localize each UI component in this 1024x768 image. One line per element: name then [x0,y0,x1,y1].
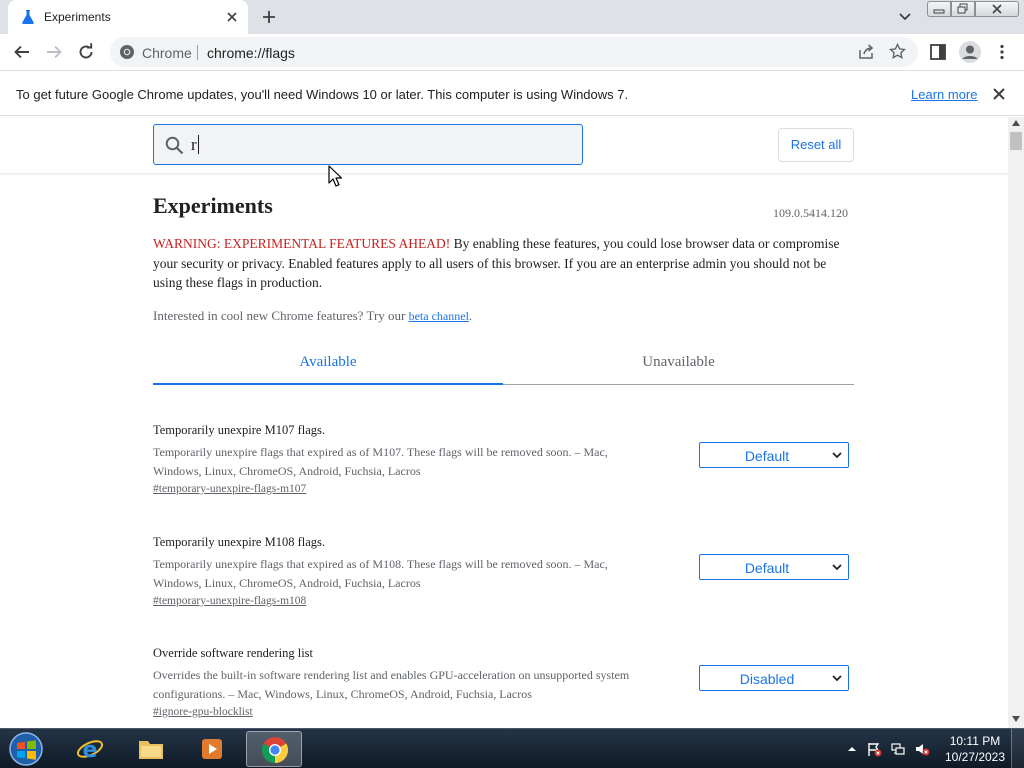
internet-explorer-icon: e [76,738,104,763]
version-label: 109.0.5414.120 [773,206,848,220]
flags-search-input[interactable]: r [153,124,583,165]
window-controls [927,1,1021,17]
scrollbar-thumb[interactable] [1010,132,1022,150]
share-icon[interactable] [858,44,874,60]
flags-page: r Reset all Experiments 109.0.5414.120 W… [0,117,1008,728]
chrome-icon [261,737,289,764]
learn-more-link[interactable]: Learn more [911,87,977,102]
clock-date[interactable]: 10/27/2023 [940,750,1010,764]
warning-heading: WARNING: EXPERIMENTAL FEATURES AHEAD! [153,236,451,251]
windows-taskbar: e 10:11 PM 10/27/2023 [0,728,1024,768]
flag-state-value: Default [744,560,790,576]
chevron-down-icon[interactable] [896,9,914,25]
new-tab-plus-icon[interactable] [258,7,280,27]
flag-name: Temporarily unexpire M108 flags. [153,535,325,549]
taskbar-chrome[interactable] [246,731,302,767]
system-tray: 10:11 PM 10/27/2023 [840,729,1024,768]
text-caret [198,135,199,154]
back-arrow-icon[interactable] [13,43,31,61]
close-tab-icon[interactable] [224,9,240,25]
taskbar-file-explorer[interactable] [123,731,179,767]
bookmark-star-icon[interactable] [889,43,906,60]
update-infobar: To get future Google Chrome updates, you… [0,72,1024,116]
window-close-button[interactable] [975,1,1019,17]
reload-icon[interactable] [77,43,95,61]
beta-channel-link[interactable]: beta channel [409,309,469,323]
tab-experiments[interactable]: Experiments [8,0,248,34]
flag-anchor-link[interactable]: #temporary-unexpire-flags-m108 [153,595,306,607]
beta-promo: Interested in cool new Chrome features? … [153,308,472,324]
flags-tabs: Available Unavailable [153,345,854,385]
profile-avatar-icon[interactable] [958,40,982,64]
folder-icon [139,741,163,759]
scroll-up-arrow-icon[interactable] [1012,120,1020,126]
mouse-cursor-icon [328,165,342,187]
experimental-warning: WARNING: EXPERIMENTAL FEATURES AHEAD! By… [153,234,858,293]
search-query: r [191,135,197,154]
clock-time[interactable]: 10:11 PM [944,734,1006,748]
network-icon[interactable] [890,741,906,757]
url-text[interactable]: chrome://flags [207,45,295,61]
tab-strip: Experiments [0,0,1024,34]
show-desktop-button[interactable] [1011,729,1024,768]
address-bar[interactable]: Chrome chrome://flags [110,37,918,67]
omnibox-chip-label: Chrome [142,45,192,61]
close-icon [992,4,1002,14]
chevron-down-icon [832,675,842,682]
minimize-button[interactable] [927,1,951,17]
flag-state-value: Default [744,448,790,464]
search-icon [165,136,184,155]
side-panel-icon[interactable] [929,43,947,61]
tab-available[interactable]: Available [153,345,503,385]
svg-text:e: e [83,738,98,763]
minimize-icon [933,9,945,14]
flag-state-select[interactable]: Default [699,442,849,468]
taskbar-internet-explorer[interactable]: e [62,731,118,767]
more-menu-icon[interactable] [993,43,1011,61]
flag-description: Temporarily unexpire flags that expired … [153,557,608,590]
flag-description: Temporarily unexpire flags that expired … [153,445,608,478]
media-player-icon [202,739,222,759]
scroll-down-arrow-icon[interactable] [1012,716,1020,722]
flags-search-header: r Reset all [0,117,1008,174]
forward-arrow-icon[interactable] [45,43,63,61]
page-title: Experiments [153,193,273,218]
flag-state-select[interactable]: Default [699,554,849,580]
flag-state-select[interactable]: Disabled [699,665,849,691]
flag-name: Override software rendering list [153,646,314,660]
flag-state-value: Disabled [739,671,795,687]
beta-promo-text: Interested in cool new Chrome features? … [153,308,409,323]
chevron-down-icon [832,564,842,571]
volume-muted-icon[interactable] [914,741,930,757]
browser-toolbar: Chrome chrome://flags [0,34,1024,71]
taskbar-media-player[interactable] [184,731,240,767]
page-scrollbar[interactable] [1008,117,1024,728]
close-icon[interactable] [992,87,1006,101]
flag-name: Temporarily unexpire M107 flags. [153,423,325,437]
omnibox-separator [197,45,198,60]
action-center-flag-icon[interactable] [866,741,882,757]
flag-entry: Temporarily unexpire M108 flags. Tempora… [153,535,858,635]
chevron-down-icon [832,452,842,459]
start-button-icon[interactable] [6,731,46,767]
flag-anchor-link[interactable]: #ignore-gpu-blocklist [153,706,253,718]
flag-entry: Temporarily unexpire M107 flags. Tempora… [153,423,858,523]
beta-promo-end: . [468,308,473,323]
infobar-message: To get future Google Chrome updates, you… [16,87,629,102]
show-hidden-icons-icon[interactable] [844,741,860,757]
flag-description: Overrides the built-in software renderin… [153,668,630,701]
tab-unavailable[interactable]: Unavailable [503,345,854,385]
flag-entry: Override software rendering list Overrid… [153,646,858,728]
restore-button[interactable] [951,1,975,17]
flag-anchor-link[interactable]: #temporary-unexpire-flags-m107 [153,483,306,495]
flask-icon [22,10,34,24]
tab-title: Experiments [44,10,111,24]
reset-all-button[interactable]: Reset all [778,128,854,162]
restore-icon [957,3,968,14]
chrome-page-icon[interactable] [119,44,135,60]
